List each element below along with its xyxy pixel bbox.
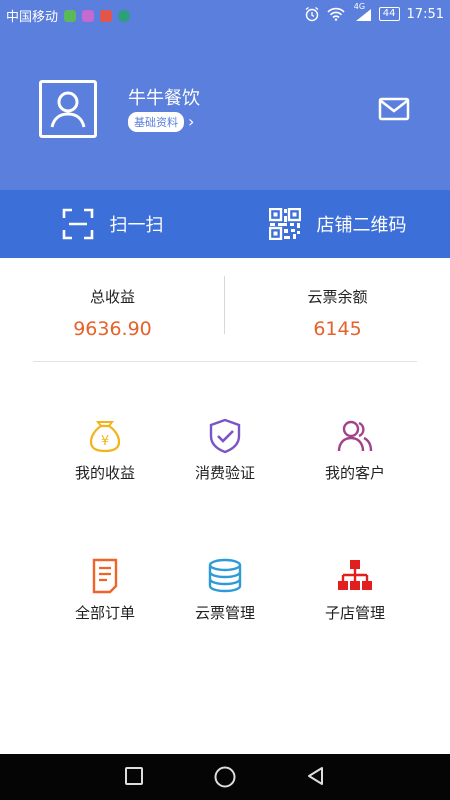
- battery-icon: 44: [378, 7, 400, 21]
- total-income-label: 总收益: [89, 288, 135, 306]
- org-tree-icon: [338, 560, 372, 590]
- grid-item-label: 我的收益: [74, 464, 135, 482]
- grid-item-label: 子店管理: [324, 604, 385, 622]
- avatar-icon[interactable]: [39, 80, 97, 138]
- scan-icon: [62, 208, 93, 240]
- grid-item-my-income[interactable]: ¥ 我的收益: [40, 418, 170, 498]
- grid-item-all-orders[interactable]: 全部订单: [40, 558, 170, 638]
- stats-panel: 总收益 9636.90 云票余额 6145: [0, 258, 450, 362]
- signal-icon: 4G: [352, 2, 372, 22]
- grid-item-label: 全部订单: [74, 604, 135, 622]
- home-button[interactable]: [213, 765, 237, 789]
- money-bag-icon: ¥: [89, 421, 121, 453]
- database-stack-icon: [208, 558, 242, 593]
- basic-info-link[interactable]: 基础资料 ›: [128, 112, 194, 132]
- scan-button[interactable]: 扫一扫: [0, 190, 225, 258]
- svg-text:¥: ¥: [101, 434, 109, 449]
- users-icon: [337, 420, 373, 452]
- scan-label: 扫一扫: [109, 215, 164, 236]
- grid-item-my-customers[interactable]: 我的客户: [290, 418, 420, 498]
- clock: 17:51: [406, 6, 444, 22]
- status-left: 中国移动: [6, 6, 131, 25]
- cloud-ticket-balance-label: 云票余额: [307, 288, 368, 306]
- grid-item-consumption-verify[interactable]: 消费验证: [160, 418, 290, 498]
- profile-header: 牛牛餐饮 基础资料 ›: [0, 30, 450, 190]
- shop-name: 牛牛餐饮: [128, 88, 200, 109]
- qr-code-icon: [268, 208, 301, 240]
- shop-qr-code-label: 店铺二维码: [316, 215, 407, 236]
- total-income-value: 9636.90: [73, 318, 152, 340]
- back-button[interactable]: [305, 765, 327, 787]
- shield-check-icon: [209, 418, 241, 454]
- shop-qr-code-button[interactable]: 店铺二维码: [225, 190, 450, 258]
- recent-apps-button[interactable]: [123, 765, 145, 787]
- stats-separator: [33, 361, 417, 362]
- app-notification-icon: [82, 9, 95, 22]
- grid-item-label: 云票管理: [194, 604, 255, 622]
- order-document-icon: [92, 558, 118, 594]
- grid-item-label: 我的客户: [324, 464, 385, 482]
- grid-item-label: 消费验证: [194, 464, 255, 482]
- app-notification-icon: [64, 9, 77, 22]
- system-nav-bar: [0, 754, 450, 800]
- action-bar: 扫一扫 店铺二维码: [0, 190, 450, 258]
- cloud-ticket-balance-stat[interactable]: 云票余额 6145: [225, 258, 450, 362]
- basic-info-label: 基础资料: [128, 112, 184, 132]
- status-bar: 中国移动 4G 44 17:51: [0, 0, 450, 30]
- wifi-icon: [327, 7, 345, 21]
- mail-button[interactable]: [378, 96, 410, 122]
- carrier-label: 中国移动: [6, 10, 59, 25]
- cloud-ticket-balance-value: 6145: [313, 318, 362, 340]
- app-notification-icon: [118, 9, 131, 22]
- status-right: 4G 44 17:51: [304, 2, 444, 22]
- mail-icon: [378, 97, 410, 121]
- grid-item-cloud-ticket-management[interactable]: 云票管理: [160, 558, 290, 638]
- total-income-stat[interactable]: 总收益 9636.90: [0, 258, 225, 362]
- app-notification-icon: [100, 9, 113, 22]
- chevron-right-icon: ›: [188, 112, 195, 131]
- grid-item-sub-store-management[interactable]: 子店管理: [290, 558, 420, 638]
- alarm-icon: [305, 6, 319, 22]
